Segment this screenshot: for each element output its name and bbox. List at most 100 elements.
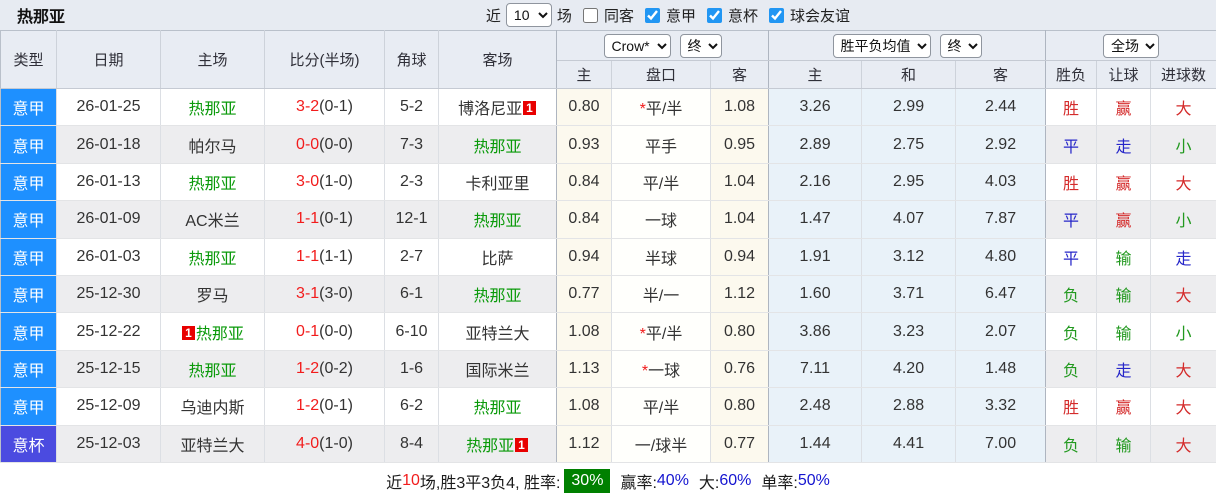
avg-home-cell: 3.86 xyxy=(769,313,862,350)
over-rate-label: 大: xyxy=(699,469,719,493)
odds-away-cell: 1.04 xyxy=(711,163,769,200)
result-goals-cell: 大 xyxy=(1151,388,1216,425)
avg-draw-cell: 3.12 xyxy=(862,238,956,275)
recent-count-select[interactable]: 10 xyxy=(506,3,552,27)
summary-recent-label: 近 xyxy=(386,469,402,493)
coppa-italia-label: 意杯 xyxy=(728,5,758,26)
odds-away-cell: 1.08 xyxy=(711,89,769,126)
away-team-cell: 热那亚 xyxy=(439,275,557,312)
home-team-name: 乌迪内斯 xyxy=(180,400,244,417)
avg-home-cell: 1.60 xyxy=(769,275,862,312)
handicap-text: 半/一 xyxy=(643,288,679,305)
result-wdl-cell: 负 xyxy=(1046,275,1097,312)
full-time-score: 0-1 xyxy=(296,323,319,340)
result-handicap-cell: 输 xyxy=(1097,425,1151,462)
odds-home-cell: 0.93 xyxy=(557,126,612,163)
home-team-name: 热那亚 xyxy=(188,176,236,193)
handicap-text: 一球 xyxy=(645,213,677,230)
red-card-badge: 1 xyxy=(182,326,195,340)
odds-stage-select[interactable]: 终 xyxy=(680,34,722,58)
team-title: 热那亚 xyxy=(17,3,65,27)
col-header-type: 类型 xyxy=(1,31,57,89)
filter-controls: 近 10 场 同客 意甲 意杯 球会友谊 xyxy=(486,3,850,27)
home-team-name: 热那亚 xyxy=(188,363,236,380)
date-cell: 26-01-25 xyxy=(57,89,161,126)
type-cell: 意甲 xyxy=(1,238,57,275)
corner-cell: 6-1 xyxy=(385,275,439,312)
sub-header-avg-draw: 和 xyxy=(862,61,956,89)
sub-header-result-goals: 进球数 xyxy=(1151,61,1216,89)
result-handicap-cell: 赢 xyxy=(1097,163,1151,200)
odds-away-cell: 0.76 xyxy=(711,350,769,387)
date-cell: 25-12-15 xyxy=(57,350,161,387)
handicap-cell: 半/一 xyxy=(612,275,711,312)
sub-header-handicap: 盘口 xyxy=(612,61,711,89)
away-team-name: 热那亚 xyxy=(473,213,521,230)
full-time-score: 3-2 xyxy=(296,98,319,115)
serie-a-checkbox[interactable] xyxy=(645,8,660,23)
score-cell: 3-0(1-0) xyxy=(265,163,385,200)
odds-home-cell: 1.12 xyxy=(557,425,612,462)
score-cell: 0-0(0-0) xyxy=(265,126,385,163)
corner-cell: 1-6 xyxy=(385,350,439,387)
match-row: 意甲 26-01-09 AC米兰 1-1(0-1) 12-1 热那亚 0.84 … xyxy=(1,201,1216,238)
bookmaker-select[interactable]: Crow* xyxy=(604,34,671,58)
away-team-cell: 热那亚 xyxy=(439,126,557,163)
avg-home-cell: 7.11 xyxy=(769,350,862,387)
full-time-score: 3-0 xyxy=(296,173,319,190)
summary-count: 10 xyxy=(402,472,420,490)
match-row: 意甲 25-12-30 罗马 3-1(3-0) 6-1 热那亚 0.77 半/一… xyxy=(1,275,1216,312)
score-cell: 1-2(0-2) xyxy=(265,350,385,387)
odds-home-cell: 1.08 xyxy=(557,388,612,425)
coppa-italia-checkbox[interactable] xyxy=(707,8,722,23)
match-row: 意甲 26-01-18 帕尔马 0-0(0-0) 7-3 热那亚 0.93 平手… xyxy=(1,126,1216,163)
type-cell: 意甲 xyxy=(1,388,57,425)
avg-type-select[interactable]: 胜平负均值 xyxy=(833,34,931,58)
result-goals-cell: 大 xyxy=(1151,89,1216,126)
date-cell: 26-01-09 xyxy=(57,201,161,238)
result-handicap-cell: 赢 xyxy=(1097,89,1151,126)
avg-away-cell: 4.80 xyxy=(956,238,1046,275)
handicap-cell: 平/半 xyxy=(612,388,711,425)
score-cell: 1-1(1-1) xyxy=(265,238,385,275)
handicap-cell: 一球 xyxy=(612,201,711,238)
corner-cell: 7-3 xyxy=(385,126,439,163)
avg-stage-select[interactable]: 终 xyxy=(940,34,982,58)
score-cell: 1-1(0-1) xyxy=(265,201,385,238)
match-row: 意甲 26-01-13 热那亚 3-0(1-0) 2-3 卡利亚里 0.84 平… xyxy=(1,163,1216,200)
sub-header-odds-home: 主 xyxy=(557,61,612,89)
result-handicap-cell: 输 xyxy=(1097,275,1151,312)
home-team-name: AC米兰 xyxy=(185,213,239,230)
avg-away-cell: 4.03 xyxy=(956,163,1046,200)
result-handicap-cell: 走 xyxy=(1097,350,1151,387)
single-rate-label: 单率: xyxy=(761,469,797,493)
result-wdl-cell: 平 xyxy=(1046,126,1097,163)
avg-home-cell: 2.16 xyxy=(769,163,862,200)
handicap-cell: 平/半 xyxy=(612,163,711,200)
home-team-cell: 亚特兰大 xyxy=(161,425,265,462)
away-team-name: 国际米兰 xyxy=(465,363,529,380)
handicap-cell: 一/球半 xyxy=(612,425,711,462)
result-goals-cell: 大 xyxy=(1151,425,1216,462)
away-team-cell: 热那亚 xyxy=(439,201,557,238)
half-time-score: (1-1) xyxy=(319,248,353,265)
avg-draw-cell: 4.07 xyxy=(862,201,956,238)
avg-home-cell: 3.26 xyxy=(769,89,862,126)
same-venue-checkbox[interactable] xyxy=(583,8,598,23)
avg-away-cell: 3.32 xyxy=(956,388,1046,425)
odds-group-header: Crow* 终 xyxy=(557,31,769,61)
result-handicap-cell: 赢 xyxy=(1097,201,1151,238)
odds-home-cell: 1.13 xyxy=(557,350,612,387)
top-toolbar: 热那亚 近 10 场 同客 意甲 意杯 球会友谊 xyxy=(0,0,1216,30)
full-match-select[interactable]: 全场 xyxy=(1103,34,1159,58)
handicap-rate-label: 赢率: xyxy=(620,469,656,493)
avg-draw-cell: 2.95 xyxy=(862,163,956,200)
result-handicap-cell: 输 xyxy=(1097,238,1151,275)
result-handicap-cell: 赢 xyxy=(1097,388,1151,425)
handicap-text: 平/半 xyxy=(643,176,679,193)
type-cell: 意甲 xyxy=(1,275,57,312)
handicap-text: 一球 xyxy=(648,363,680,380)
away-team-cell: 国际米兰 xyxy=(439,350,557,387)
handicap-text: 平/半 xyxy=(643,400,679,417)
club-friendly-checkbox[interactable] xyxy=(769,8,784,23)
